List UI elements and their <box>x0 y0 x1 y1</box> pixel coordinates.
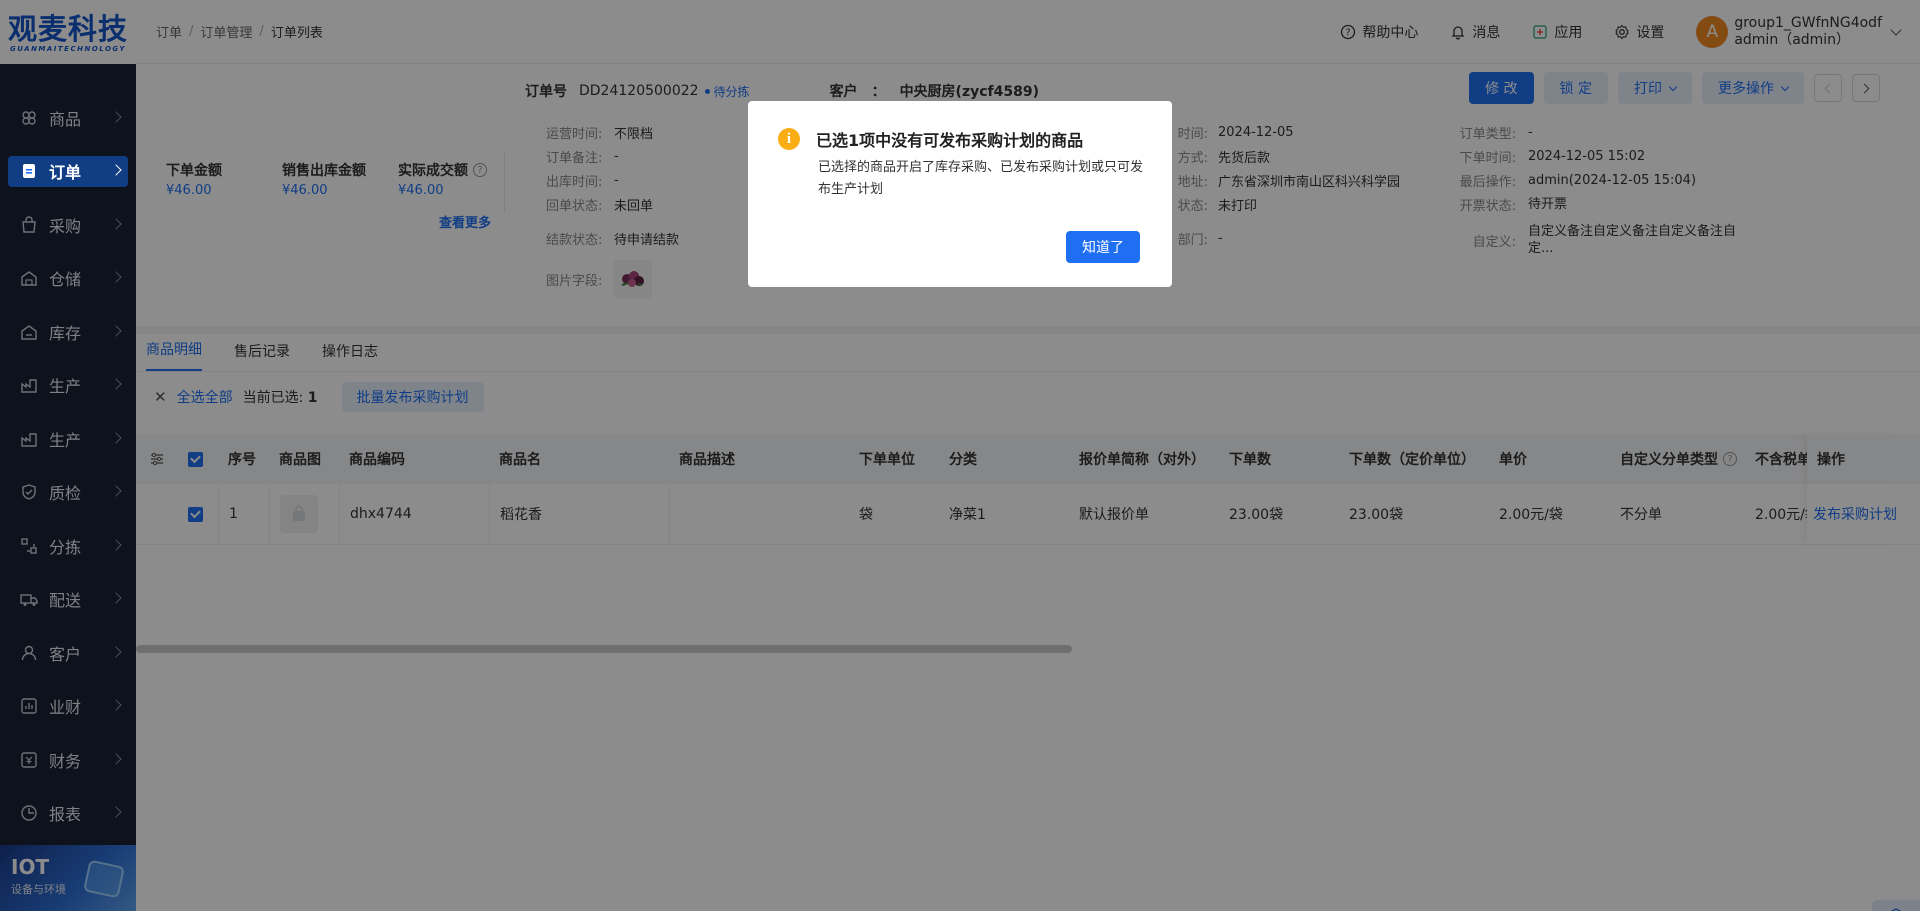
info-modal: i 已选1项中没有可发布采购计划的商品 已选择的商品开启了库存采购、已发布采购计… <box>748 101 1172 287</box>
modal-title-row: i 已选1项中没有可发布采购计划的商品 <box>778 127 1140 151</box>
modal-title: 已选1项中没有可发布采购计划的商品 <box>816 131 1084 150</box>
warning-icon: i <box>778 128 800 150</box>
got-it-button[interactable]: 知道了 <box>1066 231 1140 263</box>
order-icon <box>20 162 38 180</box>
sidebar-item-label: 订单 <box>49 163 82 183</box>
modal-content: 已选择的商品开启了库存采购、已发布采购计划或只可发布生产计划 <box>818 160 1144 197</box>
